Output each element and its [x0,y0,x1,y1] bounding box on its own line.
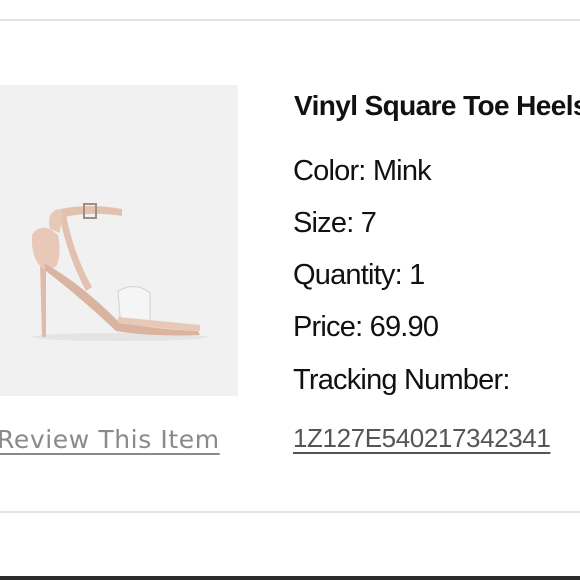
sandal-heel-image [0,85,238,396]
size-row: Size: 7 [293,207,377,240]
color-row: Color: Mink [293,155,432,188]
tracking-label: Tracking Number: [293,364,510,396]
order-item-card: Review This Item Vinyl Square Toe Heels … [0,0,580,580]
price-label: Price: [293,311,363,343]
bottom-edge [0,576,580,580]
quantity-value: 1 [409,259,425,291]
product-image[interactable] [0,85,238,396]
price-value: 69.90 [369,311,439,343]
top-divider [0,19,580,21]
size-label: Size: [293,207,354,239]
size-value: 7 [360,207,377,239]
quantity-row: Quantity: 1 [293,259,425,292]
review-item-link[interactable]: Review This Item [0,425,220,454]
product-title[interactable]: Vinyl Square Toe Heels [294,90,580,122]
color-label: Color: [293,155,366,187]
quantity-label: Quantity: [293,259,403,291]
price-row: Price: 69.90 [293,311,439,344]
bottom-divider [0,511,580,513]
color-value: Mink [372,155,432,187]
tracking-number-link[interactable]: 1Z127E540217342341 [293,423,551,454]
